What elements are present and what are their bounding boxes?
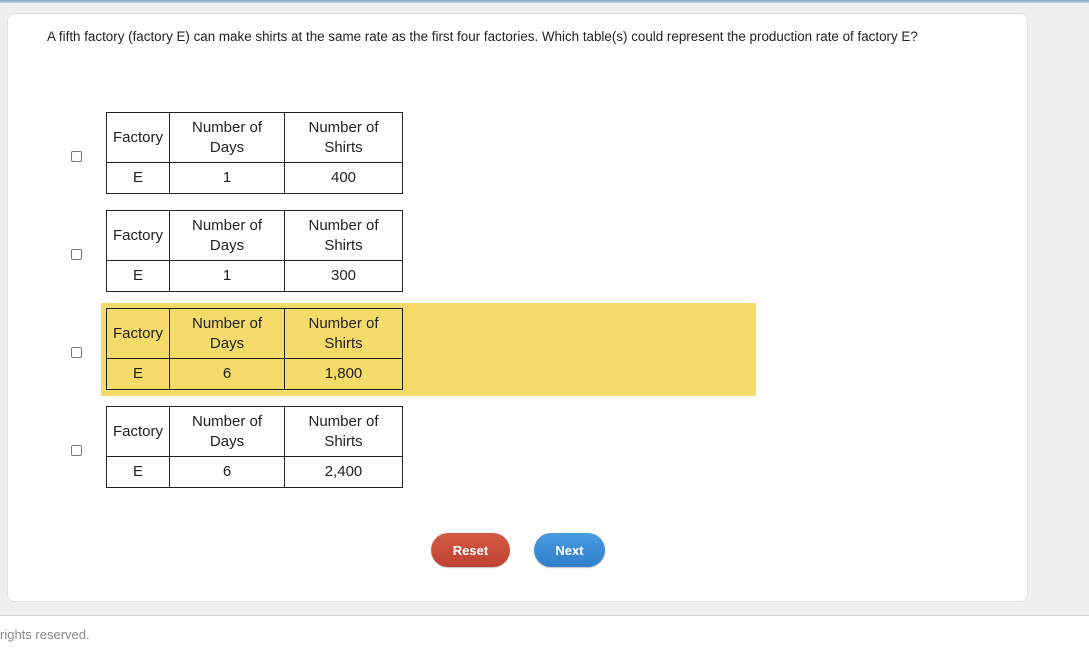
option-checkbox[interactable] xyxy=(71,151,82,162)
header-shirts: Number of Shirts xyxy=(284,210,403,261)
footer-copyright: rights reserved. xyxy=(0,627,90,642)
header-shirts: Number of Shirts xyxy=(284,308,403,359)
cell-days: 6 xyxy=(169,358,285,390)
header-shirts: Number of Shirts xyxy=(284,112,403,163)
factory-table: Factory Number of Days Number of Shirts E … xyxy=(106,406,403,488)
factory-table: Factory Number of Days Number of Shirts E … xyxy=(106,112,403,194)
cell-factory: E xyxy=(106,260,170,292)
header-shirts: Number of Shirts xyxy=(284,406,403,457)
header-factory: Factory xyxy=(106,112,170,163)
factory-table: Factory Number of Days Number of Shirts E … xyxy=(106,210,403,292)
cell-factory: E xyxy=(106,162,170,194)
header-days: Number of Days xyxy=(169,406,285,457)
cell-shirts: 300 xyxy=(284,260,403,292)
answer-option[interactable]: Factory Number of Days Number of Shirts E … xyxy=(71,107,756,200)
cell-days: 1 xyxy=(169,260,285,292)
header-factory: Factory xyxy=(106,308,170,359)
question-text: A fifth factory (factory E) can make shi… xyxy=(47,29,918,44)
header-factory: Factory xyxy=(106,406,170,457)
cell-days: 1 xyxy=(169,162,285,194)
option-checkbox[interactable] xyxy=(71,347,82,358)
cell-shirts: 400 xyxy=(284,162,403,194)
answer-option[interactable]: Factory Number of Days Number of Shirts E … xyxy=(71,205,756,298)
header-days: Number of Days xyxy=(169,210,285,261)
answer-option[interactable]: Factory Number of Days Number of Shirts E … xyxy=(71,401,756,494)
reset-button[interactable]: Reset xyxy=(431,533,510,567)
factory-table: Factory Number of Days Number of Shirts E … xyxy=(106,308,403,390)
answer-option[interactable]: Factory Number of Days Number of Shirts E … xyxy=(71,303,756,396)
cell-factory: E xyxy=(106,358,170,390)
cell-shirts: 2,400 xyxy=(284,456,403,488)
header-factory: Factory xyxy=(106,210,170,261)
cell-days: 6 xyxy=(169,456,285,488)
header-days: Number of Days xyxy=(169,308,285,359)
cell-shirts: 1,800 xyxy=(284,358,403,390)
next-button[interactable]: Next xyxy=(534,533,605,567)
option-checkbox[interactable] xyxy=(71,445,82,456)
option-checkbox[interactable] xyxy=(71,249,82,260)
header-days: Number of Days xyxy=(169,112,285,163)
cell-factory: E xyxy=(106,456,170,488)
